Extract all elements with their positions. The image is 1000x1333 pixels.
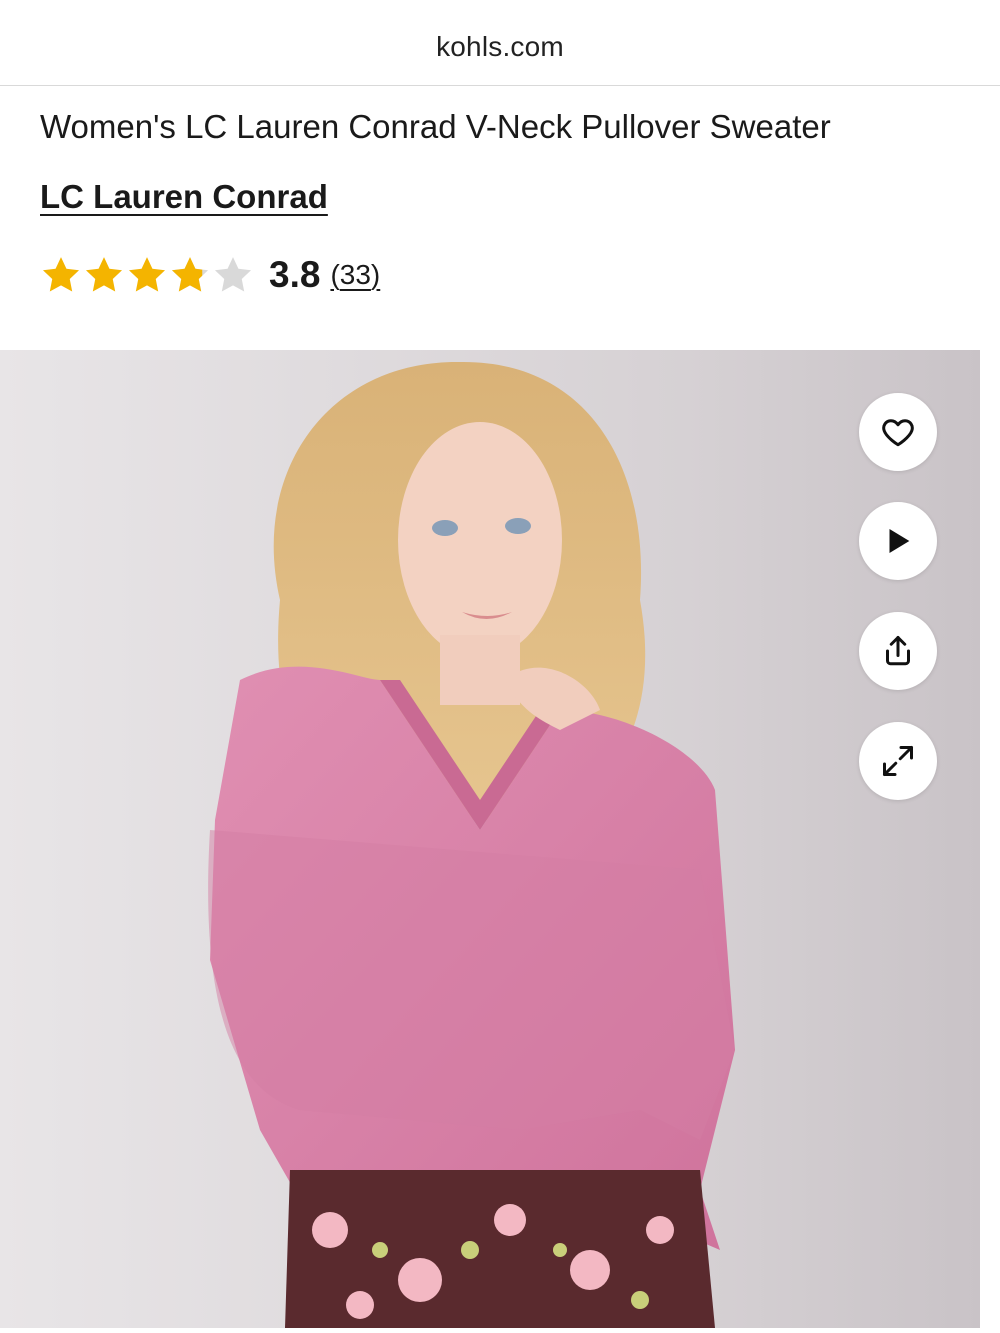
star-icon [85,257,123,292]
star-partial-icon [171,257,209,292]
url-text: kohls.com [436,30,564,62]
rating-row: 3.8 (33) [40,252,380,298]
expand-icon [883,746,913,776]
review-count: 33 [339,259,371,290]
rating-value: 3.8 [269,254,321,295]
model-photo [0,350,980,1328]
star-empty-icon [214,257,252,292]
share-button[interactable] [859,612,937,690]
review-count-link[interactable]: (33) [330,259,380,291]
fullscreen-button[interactable] [859,722,937,800]
heart-icon [882,419,914,447]
star-rating [40,254,255,296]
brand-link[interactable]: LC Lauren Conrad [40,178,328,216]
product-title: Women's LC Lauren Conrad V-Neck Pullover… [40,108,831,145]
share-icon [886,636,910,666]
play-icon [889,528,910,554]
product-image[interactable] [0,350,980,1328]
browser-url-bar[interactable]: kohls.com [0,0,1000,86]
star-icon [128,257,166,292]
play-video-button[interactable] [859,502,937,580]
favorite-button[interactable] [859,393,937,471]
star-icon [42,257,80,292]
